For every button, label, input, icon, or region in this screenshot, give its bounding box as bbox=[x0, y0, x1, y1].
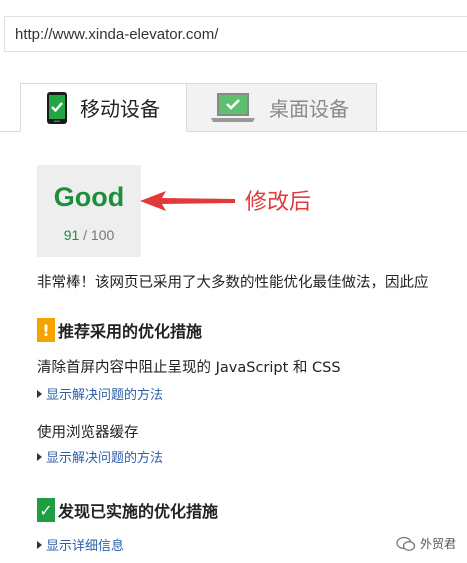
show-fix-link-2[interactable]: 显示解决问题的方法 bbox=[37, 447, 163, 466]
summary-text: 非常棒！该网页已采用了大多数的性能优化最佳做法，因此应 bbox=[37, 275, 429, 291]
show-fix-link-1-label: 显示解决问题的方法 bbox=[46, 388, 164, 403]
implemented-section-title: ✓ 发现已实施的优化措施 bbox=[37, 498, 218, 522]
annotation-label: 修改后 bbox=[245, 190, 312, 215]
score-rating: Good bbox=[53, 182, 125, 212]
implemented-title-text: 发现已实施的优化措施 bbox=[58, 502, 219, 521]
recommended-title-text: 推荐采用的优化措施 bbox=[58, 322, 203, 341]
laptop-icon bbox=[211, 92, 255, 122]
tab-mobile-label: 移动设备 bbox=[80, 97, 160, 121]
show-fix-link-2-label: 显示解决问题的方法 bbox=[46, 451, 164, 466]
watermark: 外贸君 bbox=[396, 535, 456, 552]
tab-mobile[interactable]: 移动设备 bbox=[20, 83, 187, 132]
show-details-link[interactable]: 显示详细信息 bbox=[37, 535, 124, 554]
rule-render-blocking: 清除首屏内容中阻止呈现的 JavaScript 和 CSS bbox=[37, 360, 341, 376]
triangle-right-icon bbox=[37, 452, 42, 461]
tab-desktop-label: 桌面设备 bbox=[269, 97, 349, 121]
score-panel: Good 91 / 100 bbox=[37, 165, 141, 257]
show-fix-link-1[interactable]: 显示解决问题的方法 bbox=[37, 384, 163, 403]
triangle-right-icon bbox=[37, 540, 42, 549]
warning-icon: ! bbox=[37, 318, 55, 342]
recommended-section-title: ! 推荐采用的优化措施 bbox=[37, 318, 202, 342]
triangle-right-icon bbox=[37, 389, 42, 398]
arrow-left-icon bbox=[140, 191, 235, 211]
score-max: / 100 bbox=[83, 227, 115, 243]
url-input[interactable]: http://www.xinda-elevator.com/ bbox=[4, 16, 467, 52]
wechat-icon bbox=[396, 536, 416, 551]
smartphone-icon bbox=[47, 91, 67, 124]
rule-browser-cache: 使用浏览器缓存 bbox=[37, 425, 139, 441]
checkmark-icon: ✓ bbox=[37, 498, 55, 522]
url-text: http://www.xinda-elevator.com/ bbox=[15, 25, 219, 43]
show-details-link-label: 显示详细信息 bbox=[46, 539, 125, 554]
score-value: 91 / 100 bbox=[37, 227, 141, 243]
tab-desktop[interactable]: 桌面设备 bbox=[187, 83, 377, 132]
score-number: 91 bbox=[63, 227, 80, 243]
watermark-text: 外贸君 bbox=[420, 537, 457, 551]
